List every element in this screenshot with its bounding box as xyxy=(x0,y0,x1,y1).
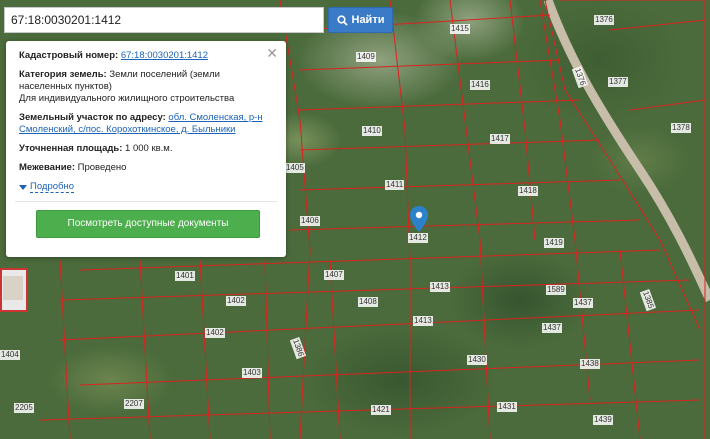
plot-label[interactable]: 1418 xyxy=(518,186,538,196)
plot-label[interactable]: 1403 xyxy=(242,368,262,378)
close-icon[interactable]: ✕ xyxy=(266,46,278,60)
parcel-info-panel: ✕ Кадастровый номер: 67:18:0030201:1412 … xyxy=(6,41,286,257)
address-row: Земельный участок по адресу: обл. Смолен… xyxy=(19,112,274,136)
address-label: Земельный участок по адресу: xyxy=(19,112,166,123)
plot-label[interactable]: 1437 xyxy=(542,323,562,333)
plot-label[interactable]: 1415 xyxy=(450,24,470,34)
view-documents-button[interactable]: Посмотреть доступные документы xyxy=(36,210,260,238)
plot-label[interactable]: 1402 xyxy=(226,296,246,306)
plot-label[interactable]: 1413 xyxy=(430,282,450,292)
more-details-label: Подробно xyxy=(30,181,74,193)
plot-label[interactable]: 1431 xyxy=(497,402,517,412)
plot-label[interactable]: 1413 xyxy=(413,316,433,326)
plot-label[interactable]: 1406 xyxy=(300,216,320,226)
plot-label[interactable]: 1404 xyxy=(0,350,20,360)
plot-label[interactable]: 1437 xyxy=(573,298,593,308)
survey-label: Межевание: xyxy=(19,162,75,173)
plot-label[interactable]: 1409 xyxy=(356,52,376,62)
cadastral-link[interactable]: 67:18:0030201:1412 xyxy=(121,50,208,61)
survey-value: Проведено xyxy=(77,162,127,173)
plot-label[interactable]: 1402 xyxy=(205,328,225,338)
plot-label[interactable]: 1407 xyxy=(324,270,344,280)
plot-label[interactable]: 1589 xyxy=(546,285,566,295)
divider xyxy=(15,201,277,202)
area-value: 1 000 кв.м. xyxy=(125,143,173,154)
plot-label[interactable]: 2205 xyxy=(14,403,34,413)
plot-label[interactable]: 2207 xyxy=(124,399,144,409)
area-label: Уточненная площадь: xyxy=(19,143,123,154)
plot-label[interactable]: 1416 xyxy=(470,80,490,90)
cadastral-label: Кадастровый номер: xyxy=(19,50,119,61)
plot-label[interactable]: 1405 xyxy=(285,163,305,173)
plot-label[interactable]: 1378 xyxy=(671,123,691,133)
category-label: Категория земель: xyxy=(19,69,107,80)
cadastral-row: Кадастровый номер: 67:18:0030201:1412 xyxy=(19,50,274,62)
plot-label[interactable]: 1421 xyxy=(371,405,391,415)
plot-label[interactable]: 1438 xyxy=(580,359,600,369)
usage-value: Для индивидуального жилищного строительс… xyxy=(19,93,235,104)
search-icon xyxy=(336,14,348,26)
plot-label[interactable]: 1419 xyxy=(544,238,564,248)
more-details-toggle[interactable]: Подробно xyxy=(19,181,274,193)
plot-label[interactable]: 1376 xyxy=(594,15,614,25)
plot-label[interactable]: 1439 xyxy=(593,415,613,425)
area-row: Уточненная площадь: 1 000 кв.м. xyxy=(19,143,274,155)
plot-label[interactable]: 1401 xyxy=(175,271,195,281)
search-input[interactable] xyxy=(4,7,324,33)
plot-label[interactable]: 1411 xyxy=(385,180,405,190)
plot-label[interactable]: 1417 xyxy=(490,134,510,144)
plot-label[interactable]: 1408 xyxy=(358,297,378,307)
category-row: Категория земель: Земли поселений (земли… xyxy=(19,69,274,105)
road xyxy=(543,0,710,303)
search-button-label: Найти xyxy=(351,14,385,26)
building-roof xyxy=(3,276,23,300)
plot-label[interactable]: 1377 xyxy=(608,77,628,87)
survey-row: Межевание: Проведено xyxy=(19,162,274,174)
triangle-down-icon xyxy=(19,184,27,190)
plot-label[interactable]: 1412 xyxy=(408,233,428,243)
search-button[interactable]: Найти xyxy=(328,7,393,33)
plot-label[interactable]: 1410 xyxy=(362,126,382,136)
plot-label[interactable]: 1430 xyxy=(467,355,487,365)
